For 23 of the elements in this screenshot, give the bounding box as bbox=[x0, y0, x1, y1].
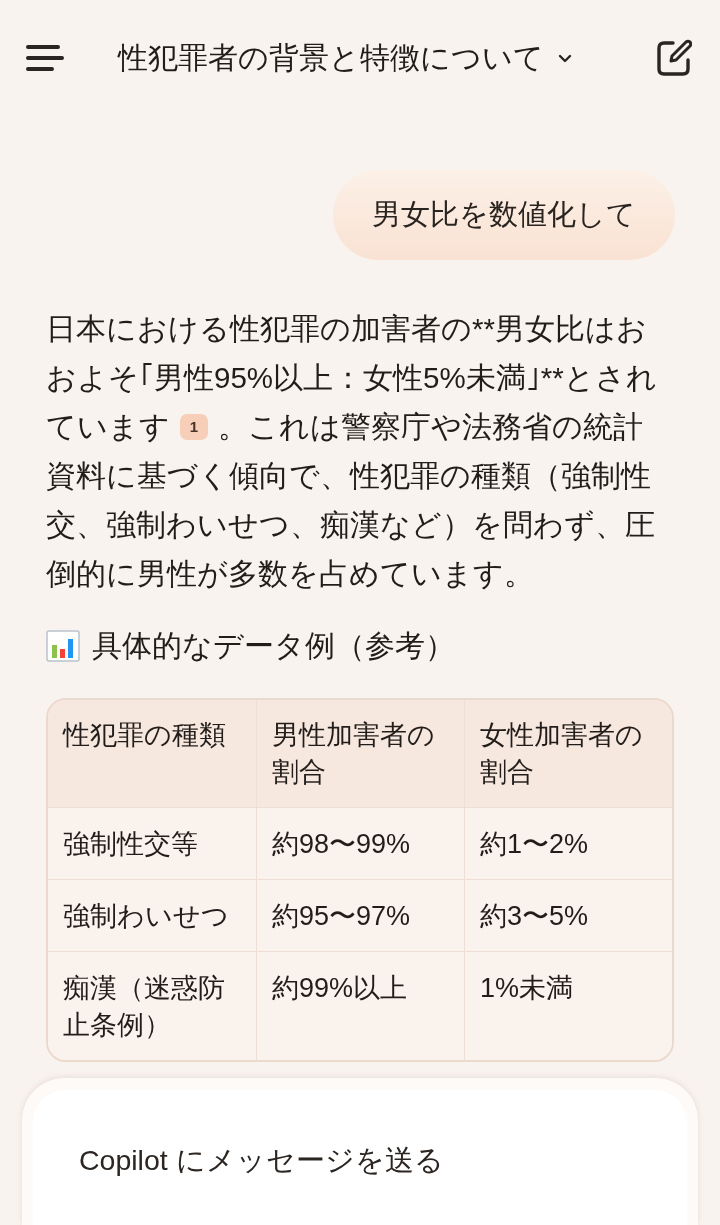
menu-button[interactable] bbox=[24, 42, 66, 74]
table-cell: 約3〜5% bbox=[464, 879, 672, 951]
citation-badge[interactable]: 1 bbox=[180, 414, 208, 440]
column-header: 男性加害者の割合 bbox=[256, 700, 464, 807]
chevron-down-icon bbox=[558, 53, 572, 63]
table-cell: 約98〜99% bbox=[256, 807, 464, 879]
column-header: 女性加害者の割合 bbox=[464, 700, 672, 807]
menu-icon bbox=[26, 44, 64, 72]
conversation-title-text: 性犯罪者の背景と特徴について bbox=[118, 39, 544, 76]
table-cell: 約95〜97% bbox=[256, 879, 464, 951]
conversation-title[interactable]: 性犯罪者の背景と特徴について bbox=[114, 33, 576, 83]
table-cell: 約99%以上 bbox=[256, 951, 464, 1060]
compose-icon bbox=[656, 39, 692, 77]
table-cell: 約1〜2% bbox=[464, 807, 672, 879]
column-header: 性犯罪の種類 bbox=[48, 700, 256, 807]
table-cell: 痴漢（迷惑防止条例） bbox=[48, 951, 256, 1060]
bar-chart-icon bbox=[46, 630, 80, 662]
new-chat-button[interactable] bbox=[654, 37, 694, 79]
user-message-bubble: 男女比を数値化して bbox=[333, 170, 675, 260]
table-cell: 1%未満 bbox=[464, 951, 672, 1060]
answer-paragraph: 日本における性犯罪の加害者の**男女比はおおよそ｢男性95%以上：女性5%未満｣**とされています 1 。これは警察庁や法務省の統計資料に基づく傾向で、性犯罪の種類（強制性交、強制わいせつ、痴漢など）を問わず、圧倒的に男性が多数を占めています。 bbox=[46, 311, 658, 592]
section-heading: 具体的なデータ例（参考） bbox=[92, 628, 455, 664]
message-input[interactable]: Copilot にメッセージを送る bbox=[33, 1090, 687, 1225]
